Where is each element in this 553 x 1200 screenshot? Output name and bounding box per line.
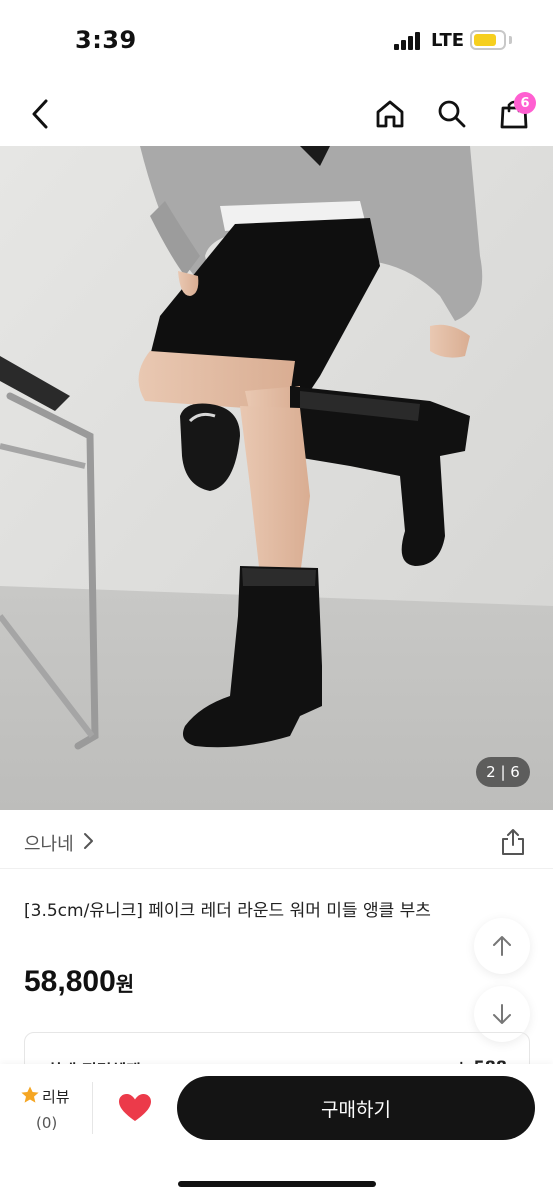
bottom-action-bar: 리뷰 (0) 구매하기 — [0, 1064, 553, 1200]
divider — [0, 868, 553, 869]
signal-icon — [394, 32, 424, 50]
back-button[interactable] — [22, 94, 58, 134]
price-currency: 원 — [115, 974, 135, 996]
share-button[interactable] — [497, 826, 529, 858]
battery-icon — [470, 30, 506, 50]
star-icon — [21, 1086, 39, 1103]
search-icon — [438, 100, 466, 128]
product-price: 58,800원 — [24, 965, 134, 999]
product-photo — [0, 146, 553, 810]
home-icon — [376, 100, 404, 128]
bar-divider — [92, 1082, 93, 1134]
chevron-left-icon — [32, 99, 48, 129]
price-value: 58,800 — [24, 965, 116, 998]
like-button[interactable] — [116, 1090, 154, 1126]
home-button[interactable] — [370, 94, 410, 134]
image-page-indicator: 2 | 6 — [476, 757, 530, 787]
scroll-top-button[interactable] — [474, 918, 530, 974]
heart-icon — [119, 1094, 151, 1121]
status-time: 3:39 — [75, 26, 137, 54]
review-label: 리뷰 — [42, 1088, 70, 1106]
review-summary[interactable]: 리뷰 (0) — [18, 1084, 82, 1134]
product-image[interactable] — [0, 146, 553, 810]
search-button[interactable] — [432, 94, 472, 134]
review-count: (0) — [36, 1114, 58, 1132]
buy-button[interactable]: 구매하기 — [177, 1076, 535, 1140]
cart-count-badge: 6 — [514, 92, 536, 114]
app-header — [0, 80, 553, 146]
product-title: [3.5cm/유니크] 페이크 레더 라운드 워머 미들 앵클 부츠 — [24, 901, 431, 921]
brand-row[interactable]: 으나네 — [0, 812, 553, 870]
share-icon — [502, 829, 524, 855]
network-type: LTE — [431, 30, 465, 51]
arrow-down-icon — [493, 1004, 511, 1024]
status-bar: 3:39 LTE — [0, 0, 553, 80]
chevron-right-icon — [84, 833, 93, 849]
home-indicator — [178, 1181, 376, 1187]
arrow-up-icon — [493, 936, 511, 956]
brand-name[interactable]: 으나네 — [24, 830, 74, 856]
